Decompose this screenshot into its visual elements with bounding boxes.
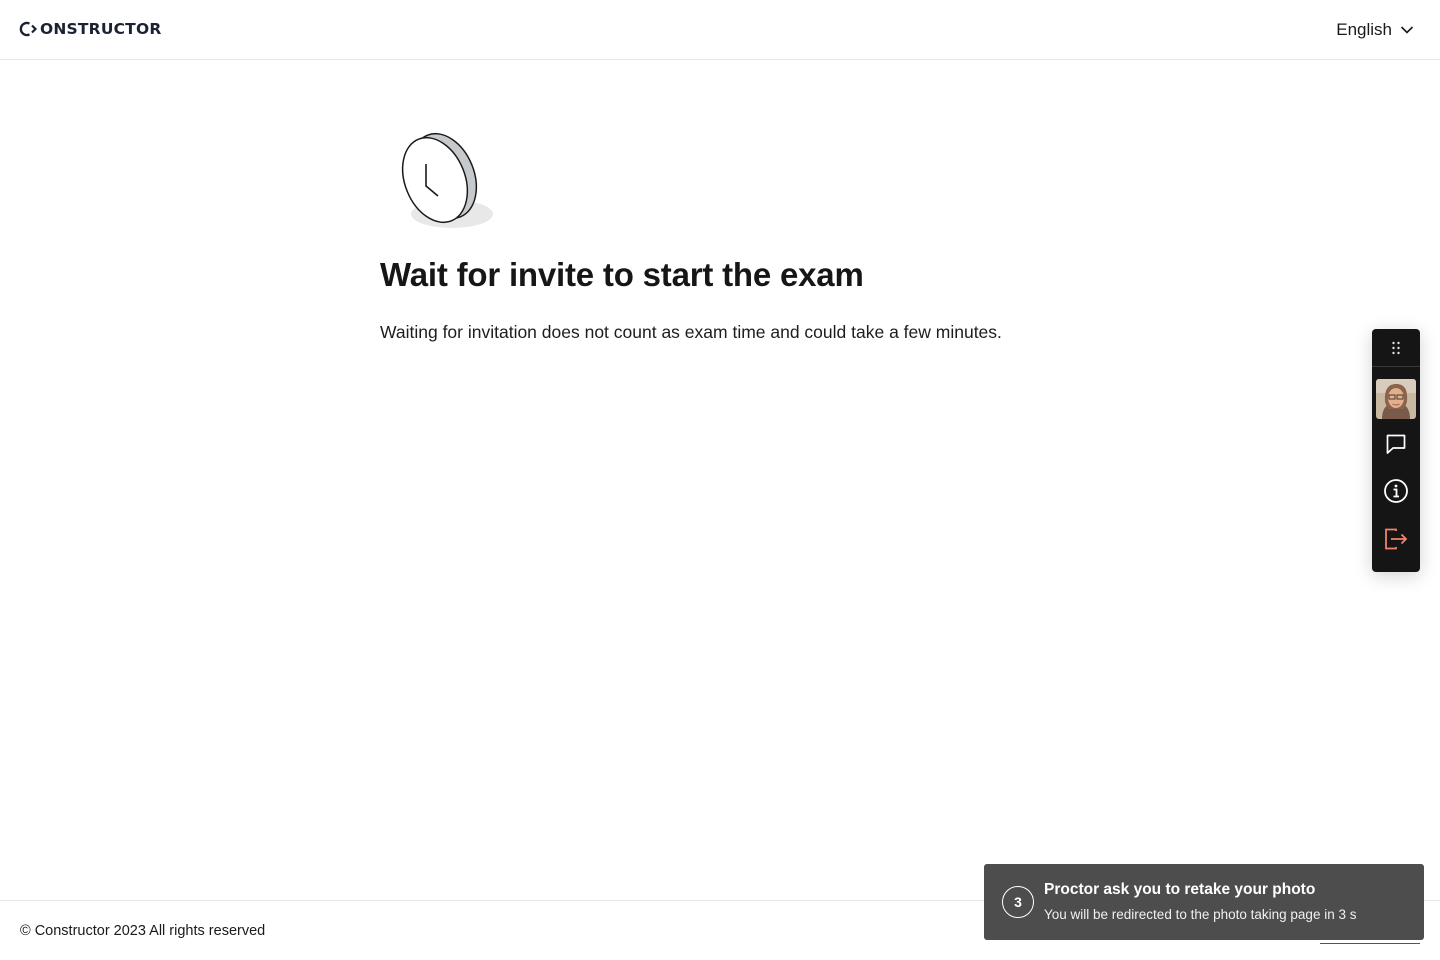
app-header: ONSTRUCTOR English — [0, 0, 1440, 60]
avatar[interactable] — [1376, 379, 1416, 419]
toast-title: Proctor ask you to retake your photo — [1044, 881, 1316, 898]
clock-icon — [401, 132, 493, 228]
logout-icon — [1385, 528, 1408, 550]
logo-text: ONSTRUCTOR — [40, 20, 162, 38]
drag-handle[interactable] — [1372, 329, 1420, 367]
webcam-avatar-image — [1376, 379, 1416, 419]
chevron-down-icon — [1400, 26, 1414, 34]
language-selector[interactable]: English — [1336, 19, 1414, 41]
countdown-badge: 3 — [1002, 886, 1034, 918]
info-button[interactable] — [1372, 471, 1420, 511]
drag-dots-icon — [1392, 341, 1400, 354]
page-description: Waiting for invitation does not count as… — [380, 322, 1002, 342]
footer-divider — [1320, 943, 1420, 944]
info-icon — [1384, 479, 1408, 503]
exit-button[interactable] — [1372, 519, 1420, 559]
constructor-logo[interactable]: ONSTRUCTOR — [19, 20, 161, 38]
language-label: English — [1336, 20, 1392, 39]
logo-mark-icon — [19, 21, 38, 37]
copyright-text: © Constructor 2023 All rights reserved — [20, 923, 266, 939]
chat-bubble-icon — [1386, 434, 1406, 454]
redirect-toast: 3 Proctor ask you to retake your photo Y… — [984, 864, 1424, 940]
chat-button[interactable] — [1372, 424, 1420, 464]
toast-message: You will be redirected to the photo taki… — [1044, 907, 1357, 922]
page-title: Wait for invite to start the exam — [380, 256, 864, 293]
proctor-toolbar — [1372, 329, 1420, 572]
